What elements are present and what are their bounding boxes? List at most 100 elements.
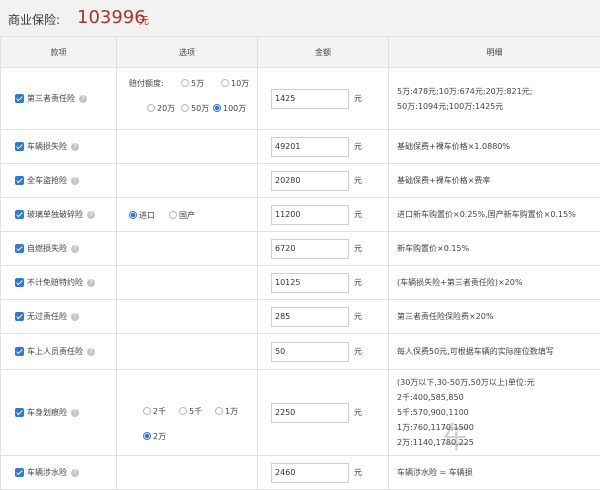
row-name: 车辆涉水险 [27,468,67,477]
checkbox[interactable] [15,142,24,151]
radio-icon[interactable] [181,79,189,87]
insurance-table: 款项 选项 金额 明细 第三者责任险? 赔付额度: 5万 10万 20万 50万… [0,36,600,490]
help-icon[interactable]: ? [79,95,87,103]
row-name: 无过责任险 [27,312,67,321]
detail-text: 第三者责任险保险费×20% [389,300,600,334]
table-row: 自燃损失险? 6720元 新车购置价×0.15% [1,232,600,266]
checkbox[interactable] [15,244,24,253]
help-icon[interactable]: ? [87,211,95,219]
radio-icon[interactable] [147,104,155,112]
column-header-detail: 明细 [389,37,600,68]
help-icon[interactable]: ? [71,245,79,253]
amount-input[interactable]: 2250 [271,403,349,423]
radio-selected-icon[interactable] [143,432,151,440]
help-icon[interactable]: ? [71,177,79,185]
amount-input[interactable]: 10125 [271,273,349,293]
radio-option[interactable]: 1万 [215,406,238,417]
detail-text: 进口新车购置价×0.25%,国产新车购置价×0.15% [389,198,600,232]
row-name: 不计免赔特约险 [27,278,83,287]
amount-input[interactable]: 20280 [271,171,349,191]
table-row-glass: 玻璃单独破碎险? 进口 国产 11200元 进口新车购置价×0.25%,国产新车… [1,198,600,232]
help-icon[interactable]: ? [71,143,79,151]
total-amount: 103996 [77,7,146,28]
table-row: 全车盗抢险? 20280元 基础保费+裸车价格×费率 [1,164,600,198]
row-name: 自燃损失险 [27,244,67,253]
amount-input[interactable]: 50 [271,342,349,362]
glass-options: 进口 国产 [117,199,257,231]
detail-line: 50万:1094元;100万:1425元 [397,99,600,114]
radio-option[interactable]: 10万 [221,78,249,89]
radio-icon[interactable] [221,79,229,87]
row-name: 第三者责任险 [27,94,75,103]
amount-input[interactable]: 49201 [271,137,349,157]
radio-option[interactable]: 2万 [143,431,166,442]
radio-option[interactable]: 进口 [129,210,155,221]
radio-option[interactable]: 5万 [181,78,204,89]
column-header-amount: 金额 [258,37,389,68]
checkbox[interactable] [15,94,24,103]
radio-selected-icon[interactable] [213,104,221,112]
amount-input[interactable]: 6720 [271,239,349,259]
table-row: 不计免赔特约险? 10125元 (车辆损失险+第三者责任险)×20% [1,266,600,300]
help-icon[interactable]: ? [71,469,79,477]
detail-line: 1万:760,1170,1500 [397,420,600,435]
checkbox[interactable] [15,347,24,356]
radio-icon[interactable] [181,104,189,112]
table-row: 车上人员责任险? 50元 每人保费50元,可根据车辆的实际座位数填写 [1,334,600,370]
radio-option[interactable]: 20万 [147,103,175,114]
radio-selected-icon[interactable] [129,211,137,219]
table-row-scratch: 车身划痕险? 2千 5千 1万 2万 2250元 (30万以下,30-50万,5… [1,370,600,456]
table-row: 车辆损失险? 49201元 基础保费+裸车价格×1.0880% [1,130,600,164]
checkbox[interactable] [15,468,24,477]
detail-line: (30万以下,30-50万,50万以上)单位:元 [397,375,600,390]
checkbox[interactable] [15,278,24,287]
table-row-third-party: 第三者责任险? 赔付额度: 5万 10万 20万 50万 100万 1425元 … [1,68,600,130]
radio-option[interactable]: 5千 [179,406,202,417]
table-row: 无过责任险? 285元 第三者责任险保险费×20% [1,300,600,334]
radio-option[interactable]: 50万 [181,103,209,114]
amount-input[interactable]: 1425 [271,89,349,109]
radio-icon[interactable] [143,407,151,415]
detail-text: 基础保费+裸车价格×费率 [389,164,600,198]
checkbox[interactable] [15,408,24,417]
scratch-options: 2千 5千 1万 2万 [117,371,257,455]
checkbox[interactable] [15,176,24,185]
detail-line: 5万:478元;10万:674元;20万:821元; [397,84,600,99]
detail-line: 2千:400,585,850 [397,390,600,405]
watermark: 车 [440,413,470,457]
radio-option[interactable]: 100万 [213,103,246,114]
detail-text: 每人保费50元,可根据车辆的实际座位数填写 [389,334,600,370]
help-icon[interactable]: ? [87,348,95,356]
column-header-option: 选项 [117,37,258,68]
amount-input[interactable]: 11200 [271,205,349,225]
checkbox[interactable] [15,210,24,219]
row-name: 全车盗抢险 [27,176,67,185]
help-icon[interactable]: ? [71,313,79,321]
radio-icon[interactable] [169,211,177,219]
table-header-row: 款项 选项 金额 明细 [1,37,600,68]
amount-input[interactable]: 2460 [271,463,349,483]
detail-line: 5千:570,900,1100 [397,405,600,420]
amount-input[interactable]: 285 [271,307,349,327]
radio-option[interactable]: 2千 [143,406,166,417]
coverage-label: 赔付额度: [129,78,164,89]
checkbox[interactable] [15,312,24,321]
radio-icon[interactable] [215,407,223,415]
detail-text: 新车购置价×0.15% [389,232,600,266]
coverage-options: 赔付额度: 5万 10万 20万 50万 100万 [117,69,257,129]
detail-text: 车辆涉水险 = 车辆损 [389,456,600,490]
detail-text: (车辆损失险+第三者责任险)×20% [389,266,600,300]
row-name: 车上人员责任险 [27,347,83,356]
row-name: 车辆损失险 [27,142,67,151]
radio-icon[interactable] [179,407,187,415]
table-row: 车辆涉水险? 2460元 车辆涉水险 = 车辆损 [1,456,600,490]
row-name: 车身划痕险 [27,408,67,417]
header-bar: 商业保险: 103996 元 [0,0,600,37]
row-name: 玻璃单独破碎险 [27,210,83,219]
help-icon[interactable]: ? [71,409,79,417]
detail-text: 基础保费+裸车价格×1.0880% [389,130,600,164]
detail-line: 2万:1140,1780,225 [397,435,600,450]
column-header-item: 款项 [1,37,117,68]
radio-option[interactable]: 国产 [169,210,195,221]
help-icon[interactable]: ? [87,279,95,287]
